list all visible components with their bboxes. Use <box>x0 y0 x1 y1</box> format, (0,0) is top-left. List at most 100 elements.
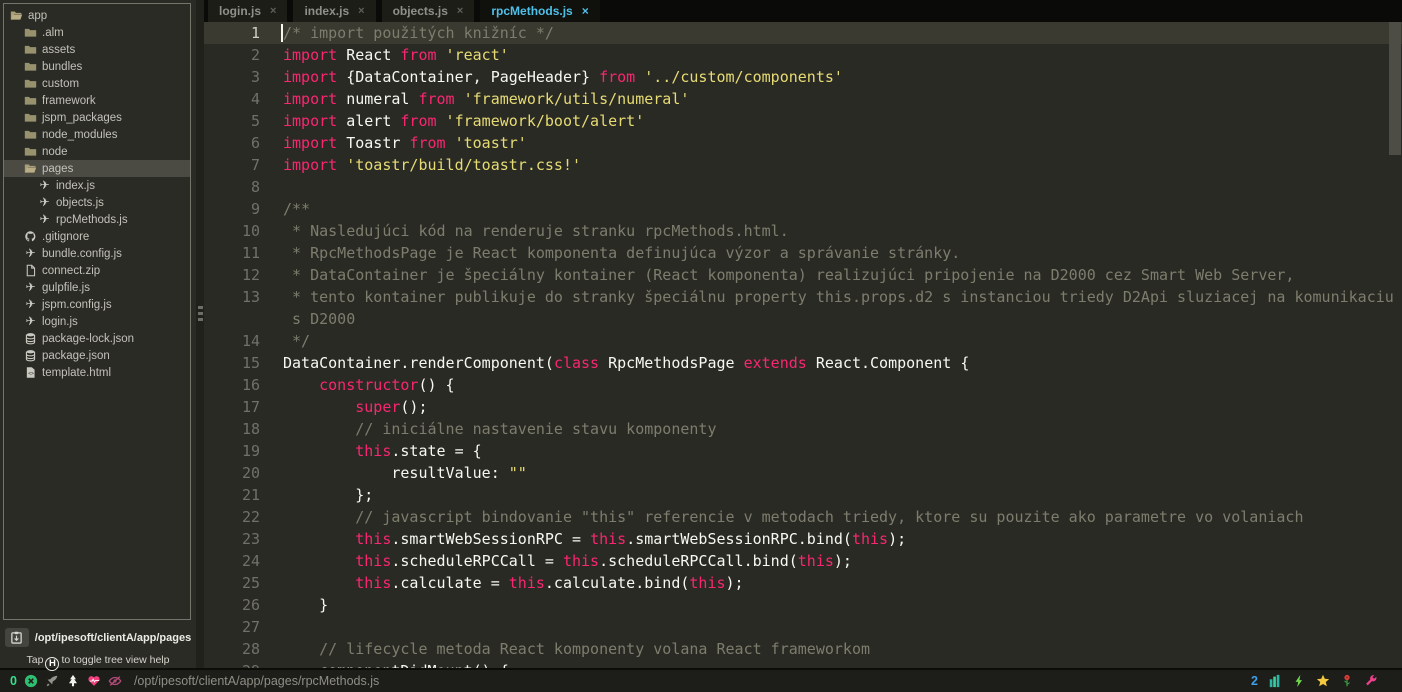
code-line-9[interactable]: 9/** <box>204 198 1402 220</box>
vertical-scrollbar[interactable] <box>1389 22 1401 155</box>
tree-item-bundle.config.js[interactable]: ✈bundle.config.js <box>4 245 190 262</box>
line-text: this.scheduleRPCCall = this.scheduleRPCC… <box>276 550 852 572</box>
tree-item-.alm[interactable]: .alm <box>4 24 190 41</box>
code-line-8[interactable]: 8 <box>204 176 1402 198</box>
js-file-icon: ✈ <box>38 196 51 209</box>
code-line-13[interactable]: 13 * tento kontainer publikuje do strank… <box>204 286 1402 308</box>
star-icon[interactable] <box>1316 674 1330 688</box>
code-line-7[interactable]: 7import 'toastr/build/toastr.css!' <box>204 154 1402 176</box>
code-line-1[interactable]: 1/* import použitých knižníc */ <box>204 22 1402 44</box>
code-line-23[interactable]: 23 this.smartWebSessionRPC = this.smartW… <box>204 528 1402 550</box>
code-line-27[interactable]: 27 <box>204 616 1402 638</box>
tree-item-assets[interactable]: assets <box>4 41 190 58</box>
tab-close-icon[interactable]: × <box>358 5 364 17</box>
line-number: 23 <box>204 528 276 550</box>
tab-login.js[interactable]: login.js× <box>208 0 287 22</box>
tree-item-label: index.js <box>56 180 95 192</box>
status-file-path: /opt/ipesoft/clientA/app/pages/rpcMethod… <box>134 674 379 688</box>
tree-item-package.json[interactable]: package.json <box>4 347 190 364</box>
file-tree: app.almassetsbundlescustomframeworkjspm_… <box>3 3 191 620</box>
line-number: 28 <box>204 638 276 660</box>
tree-item-objects.js[interactable]: ✈objects.js <box>4 194 190 211</box>
code-line-18[interactable]: 18 // iniciálne nastavenie stavu kompone… <box>204 418 1402 440</box>
tab-close-icon[interactable]: × <box>270 5 276 17</box>
code-line-12[interactable]: 12 * DataContainer je špeciálny kontaine… <box>204 264 1402 286</box>
tree-item-bundles[interactable]: bundles <box>4 58 190 75</box>
tree-item-template.html[interactable]: <>template.html <box>4 364 190 381</box>
line-number: 17 <box>204 396 276 418</box>
code-line-25[interactable]: 25 this.calculate = this.calculate.bind(… <box>204 572 1402 594</box>
tab-bar: login.js× index.js× objects.js×rpcMethods.… <box>204 0 1402 22</box>
code-line-17[interactable]: 17 super(); <box>204 396 1402 418</box>
line-text: * RpcMethodsPage je React komponenta def… <box>276 242 960 264</box>
tab-close-icon[interactable]: × <box>582 4 589 18</box>
tree-item-node_modules[interactable]: node_modules <box>4 126 190 143</box>
tree-item-package-lock.json[interactable]: package-lock.json <box>4 330 190 347</box>
tab-index.js[interactable]: index.js× <box>293 0 375 22</box>
code-line-6[interactable]: 6import Toastr from 'toastr' <box>204 132 1402 154</box>
tab-rpcMethods.js[interactable]: rpcMethods.js× <box>480 0 599 22</box>
line-text: * tento kontainer publikuje do stranky š… <box>276 286 1394 308</box>
folder-icon <box>24 128 37 141</box>
bolt-icon[interactable] <box>1292 674 1306 688</box>
line-text: }; <box>276 484 373 506</box>
line-number <box>204 308 276 330</box>
check-circle-icon[interactable] <box>24 674 38 688</box>
code-line-19[interactable]: 19 this.state = { <box>204 440 1402 462</box>
flower-icon[interactable] <box>1340 674 1354 688</box>
status-right-icons: 2 <box>1251 674 1392 688</box>
code-line-2[interactable]: 2import React from 'react' <box>204 44 1402 66</box>
tab-close-icon[interactable]: × <box>457 5 463 17</box>
heartbeat-icon[interactable] <box>87 674 101 688</box>
code-line-16[interactable]: 16 constructor() { <box>204 374 1402 396</box>
tree-item-label: .gitignore <box>42 231 89 243</box>
code-line-28[interactable]: 28 // lifecycle metoda React komponenty … <box>204 638 1402 660</box>
tree-item-node[interactable]: node <box>4 143 190 160</box>
rocket-icon[interactable] <box>45 674 59 688</box>
tree-icon[interactable] <box>66 674 80 688</box>
line-number: 21 <box>204 484 276 506</box>
line-number: 27 <box>204 616 276 638</box>
code-line-3[interactable]: 3import {DataContainer, PageHeader} from… <box>204 66 1402 88</box>
code-editor[interactable]: 1/* import použitých knižníc */2import R… <box>204 22 1402 668</box>
tree-item-rpcMethods.js[interactable]: ✈rpcMethods.js <box>4 211 190 228</box>
folder-open-icon <box>10 9 23 22</box>
code-line-11[interactable]: 11 * RpcMethodsPage je React komponenta … <box>204 242 1402 264</box>
tree-item-pages[interactable]: pages <box>4 160 190 177</box>
code-line-26[interactable]: 26 } <box>204 594 1402 616</box>
code-line-10[interactable]: 10 * Nasledujúci kód na renderuje strank… <box>204 220 1402 242</box>
tree-item-connect.zip[interactable]: connect.zip <box>4 262 190 279</box>
tree-item-custom[interactable]: custom <box>4 75 190 92</box>
tree-item-login.js[interactable]: ✈login.js <box>4 313 190 330</box>
code-line-15[interactable]: 15DataContainer.renderComponent(class Rp… <box>204 352 1402 374</box>
tab-objects.js[interactable]: objects.js× <box>382 0 475 22</box>
tree-resize-handle[interactable] <box>196 0 204 668</box>
tree-item-framework[interactable]: framework <box>4 92 190 109</box>
line-text: s D2000 <box>276 308 355 330</box>
tree-item-app[interactable]: app <box>4 7 190 24</box>
copy-path-button[interactable] <box>5 628 29 647</box>
line-number: 3 <box>204 66 276 88</box>
line-number: 24 <box>204 550 276 572</box>
tree-item-jspm.config.js[interactable]: ✈jspm.config.js <box>4 296 190 313</box>
bar-chart-icon[interactable] <box>1268 674 1282 688</box>
code-line-24[interactable]: 24 this.scheduleRPCCall = this.scheduleR… <box>204 550 1402 572</box>
code-line-wrap[interactable]: s D2000 <box>204 308 1402 330</box>
code-line-14[interactable]: 14 */ <box>204 330 1402 352</box>
code-line-29[interactable]: 29 componentDidMount() { <box>204 660 1402 668</box>
line-number: 25 <box>204 572 276 594</box>
code-line-21[interactable]: 21 }; <box>204 484 1402 506</box>
tree-item-.gitignore[interactable]: .gitignore <box>4 228 190 245</box>
tree-root-path: /opt/ipesoft/clientA/app/pages <box>35 632 191 644</box>
code-line-20[interactable]: 20 resultValue: "" <box>204 462 1402 484</box>
tree-item-gulpfile.js[interactable]: ✈gulpfile.js <box>4 279 190 296</box>
code-line-4[interactable]: 4import numeral from 'framework/utils/nu… <box>204 88 1402 110</box>
line-number: 20 <box>204 462 276 484</box>
code-line-5[interactable]: 5import alert from 'framework/boot/alert… <box>204 110 1402 132</box>
eye-slash-icon[interactable] <box>108 674 122 688</box>
editor-pane: login.js× index.js× objects.js×rpcMethods.… <box>204 0 1402 668</box>
tree-item-index.js[interactable]: ✈index.js <box>4 177 190 194</box>
code-line-22[interactable]: 22 // javascript bindovanie "this" refer… <box>204 506 1402 528</box>
wrench-icon[interactable] <box>1364 674 1378 688</box>
tree-item-jspm_packages[interactable]: jspm_packages <box>4 109 190 126</box>
